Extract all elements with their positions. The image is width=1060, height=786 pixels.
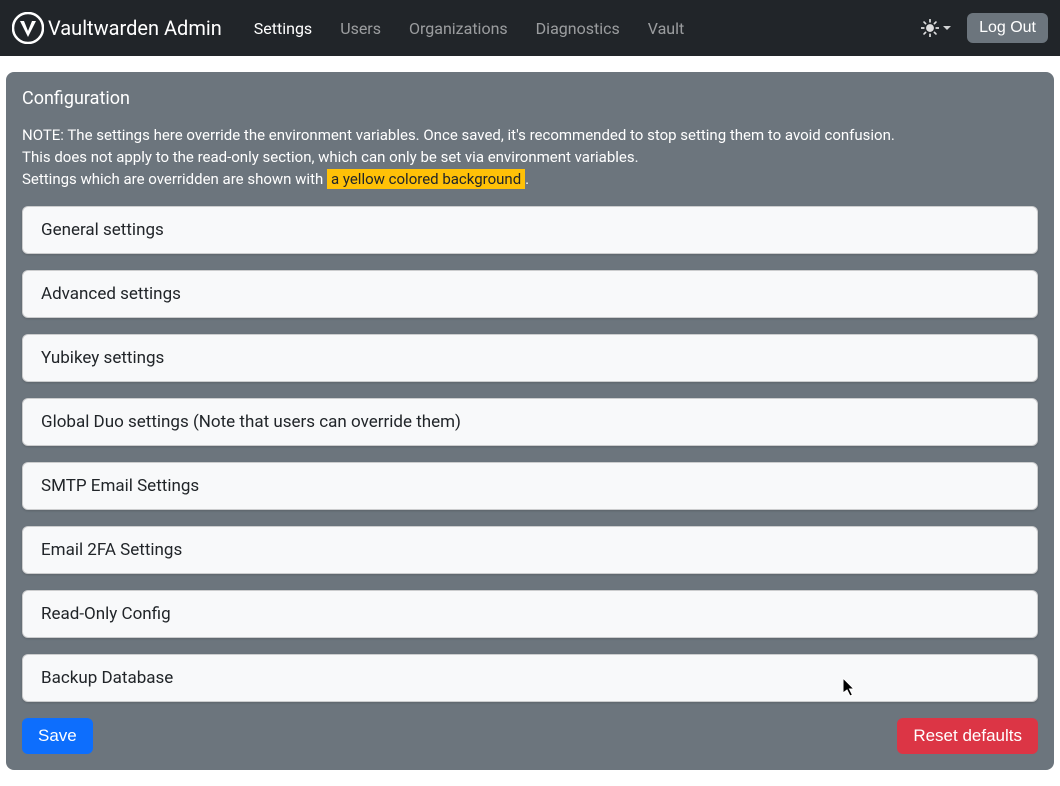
config-title: Configuration — [22, 88, 1038, 109]
config-panel: Configuration NOTE: The settings here ov… — [6, 72, 1054, 770]
brand-text: Vaultwarden Admin — [48, 16, 222, 40]
section-yubikey-settings[interactable]: Yubikey settings — [22, 334, 1038, 382]
theme-toggle[interactable] — [915, 15, 957, 41]
yellow-highlight: a yellow colored background — [327, 169, 525, 189]
brand[interactable]: Vaultwarden Admin — [12, 12, 222, 44]
navbar-right: Log Out — [915, 13, 1048, 43]
section-general-settings[interactable]: General settings — [22, 206, 1038, 254]
note-line-2: This does not apply to the read-only sec… — [22, 147, 1038, 169]
section-smtp-email-settings[interactable]: SMTP Email Settings — [22, 462, 1038, 510]
nav-diagnostics[interactable]: Diagnostics — [524, 11, 632, 46]
note-line-1: NOTE: The settings here override the env… — [22, 125, 1038, 147]
save-button[interactable]: Save — [22, 718, 93, 754]
logout-button[interactable]: Log Out — [967, 13, 1048, 43]
config-note: NOTE: The settings here override the env… — [22, 125, 1038, 190]
note-line-3-prefix: Settings which are overridden are shown … — [22, 170, 327, 188]
vaultwarden-logo-icon — [12, 12, 44, 44]
section-global-duo-settings[interactable]: Global Duo settings (Note that users can… — [22, 398, 1038, 446]
button-row: Save Reset defaults — [22, 718, 1038, 754]
section-email-2fa-settings[interactable]: Email 2FA Settings — [22, 526, 1038, 574]
section-advanced-settings[interactable]: Advanced settings — [22, 270, 1038, 318]
nav-links: Settings Users Organizations Diagnostics… — [242, 11, 696, 46]
main-container: Configuration NOTE: The settings here ov… — [0, 56, 1060, 786]
nav-vault[interactable]: Vault — [636, 11, 696, 46]
navbar: Vaultwarden Admin Settings Users Organiz… — [0, 0, 1060, 56]
note-line-3-suffix: . — [525, 170, 529, 188]
reset-defaults-button[interactable]: Reset defaults — [897, 718, 1038, 754]
note-line-3: Settings which are overridden are shown … — [22, 169, 1038, 191]
section-read-only-config[interactable]: Read-Only Config — [22, 590, 1038, 638]
nav-settings[interactable]: Settings — [242, 11, 324, 46]
nav-users[interactable]: Users — [328, 11, 393, 46]
nav-organizations[interactable]: Organizations — [397, 11, 520, 46]
sun-icon — [921, 19, 939, 37]
navbar-left: Vaultwarden Admin Settings Users Organiz… — [12, 11, 696, 46]
chevron-down-icon — [943, 26, 951, 30]
section-backup-database[interactable]: Backup Database — [22, 654, 1038, 702]
section-list: General settings Advanced settings Yubik… — [22, 206, 1038, 702]
